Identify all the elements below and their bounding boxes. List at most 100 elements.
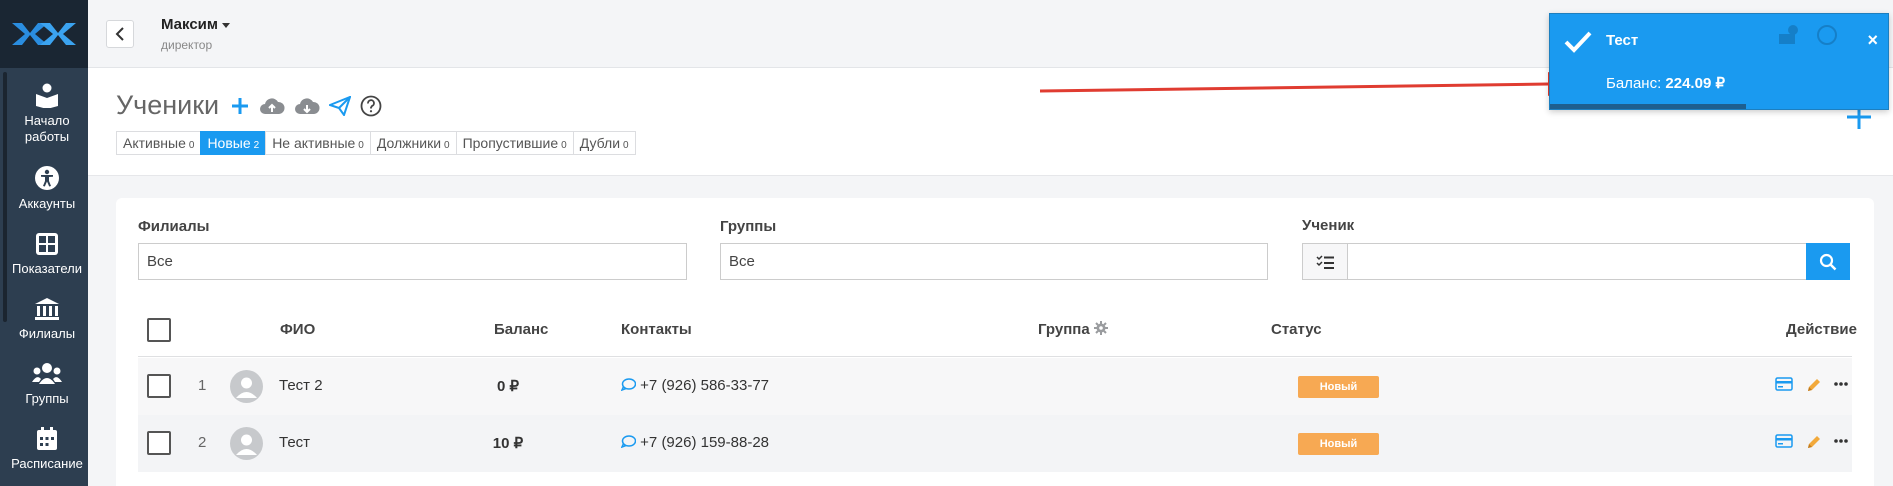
- col-action: Действие: [1786, 321, 1857, 338]
- table-row[interactable]: 2 Тест 10 ₽ +7 (926) 159-88-28 Новый: [138, 415, 1852, 472]
- toast-progress: [1550, 104, 1747, 109]
- col-group[interactable]: Группа: [1038, 321, 1108, 338]
- pencil-icon[interactable]: [1806, 377, 1822, 393]
- col-balance[interactable]: Баланс: [494, 321, 548, 338]
- student-contact[interactable]: +7 (926) 159-88-28: [620, 434, 770, 451]
- check-icon: [1564, 31, 1592, 53]
- add-student-icon[interactable]: [230, 96, 250, 116]
- sidebar-item-groups[interactable]: Группы: [0, 356, 88, 412]
- grid-icon: [36, 232, 58, 255]
- toast-title: Тест: [1606, 32, 1639, 49]
- table-header: ФИО Баланс Контакты Группа Статус Действ…: [138, 299, 1857, 357]
- tab-label: Дубли: [579, 135, 621, 151]
- more-icon[interactable]: [1834, 439, 1848, 443]
- student-name[interactable]: Тест: [279, 434, 310, 451]
- cloud-upload-icon[interactable]: [259, 96, 285, 116]
- sidebar-item-start[interactable]: Начало работы: [0, 76, 88, 150]
- users-icon: [32, 362, 62, 384]
- tab-label: Новые: [207, 135, 251, 151]
- tab-new[interactable]: Новые 2: [200, 131, 267, 155]
- sidebar-item-branches[interactable]: Филиалы: [0, 291, 88, 347]
- student-balance: 10 ₽: [492, 435, 524, 452]
- col-group-label: Группа: [1038, 321, 1090, 338]
- toast-message-label: Баланс:: [1606, 75, 1662, 92]
- send-icon[interactable]: [329, 96, 351, 116]
- status-badge: Новый: [1298, 376, 1379, 398]
- cloud-download-icon[interactable]: [294, 96, 320, 116]
- groups-label: Группы: [720, 218, 777, 235]
- students-card: Филиалы Все Группы Все Ученик ФИО Баланс…: [116, 198, 1874, 486]
- accessibility-icon: [35, 165, 59, 190]
- chevron-left-icon: [115, 27, 124, 41]
- help-icon[interactable]: [360, 95, 382, 117]
- groups-select[interactable]: Все: [720, 243, 1268, 280]
- sidebar-item-label: Группы: [25, 390, 69, 406]
- caret-down-icon: [222, 22, 230, 28]
- status-tabs: Активные 0 Новые 2 Не активные 0 Должники 0 …: [116, 131, 636, 155]
- help-icon: [1817, 25, 1837, 45]
- user-role: директор: [161, 38, 213, 52]
- calendar-icon: [37, 426, 57, 450]
- logo-icon: [12, 23, 76, 45]
- credit-card-icon[interactable]: [1775, 377, 1793, 391]
- logo[interactable]: [0, 0, 88, 68]
- table-row[interactable]: 1 Тест 2 0 ₽ +7 (926) 586-33-77 Новый: [138, 358, 1852, 415]
- row-checkbox[interactable]: [147, 431, 171, 455]
- more-icon[interactable]: [1834, 382, 1848, 386]
- sidebar-item-accounts[interactable]: Аккаунты: [0, 160, 88, 216]
- sidebar: Начало работы Аккаунты Показатели Филиал…: [0, 0, 88, 486]
- avatar: [230, 370, 263, 403]
- row-number: 1: [198, 377, 207, 394]
- tab-count: 2: [253, 140, 260, 151]
- user-menu[interactable]: Максим: [161, 16, 230, 33]
- select-all-checkbox[interactable]: [147, 318, 171, 342]
- tab-count: 0: [444, 140, 450, 151]
- student-contact[interactable]: +7 (926) 586-33-77: [620, 377, 769, 394]
- page-actions: [230, 95, 382, 117]
- search-icon: [1819, 253, 1837, 270]
- close-icon[interactable]: ×: [1867, 30, 1878, 51]
- sidebar-item-schedule[interactable]: Расписание: [0, 421, 88, 477]
- search-button[interactable]: [1806, 243, 1850, 280]
- sidebar-item-label: Аккаунты: [18, 195, 76, 211]
- notification-toast[interactable]: Тест Баланс: 224.09 ₽ ×: [1549, 13, 1889, 110]
- page-title: Ученики: [116, 90, 220, 120]
- tab-count: 0: [561, 140, 567, 151]
- gear-icon[interactable]: [1093, 321, 1108, 335]
- user-avatar-icon: [236, 434, 257, 455]
- sidebar-item-label: Начало работы: [24, 112, 70, 144]
- credit-card-icon[interactable]: [1775, 434, 1793, 448]
- student-search-input[interactable]: [1347, 243, 1807, 280]
- col-status[interactable]: Статус: [1271, 321, 1322, 338]
- col-contacts[interactable]: Контакты: [621, 321, 692, 338]
- tab-debtors[interactable]: Должники 0: [369, 131, 457, 155]
- tab-active[interactable]: Активные 0: [116, 131, 202, 155]
- row-checkbox[interactable]: [147, 374, 171, 398]
- tab-count: 0: [358, 140, 364, 151]
- tab-count: 0: [623, 140, 629, 151]
- row-number: 2: [198, 434, 207, 451]
- col-name[interactable]: ФИО: [280, 321, 315, 338]
- pencil-icon[interactable]: [1806, 434, 1822, 450]
- tab-label: Не активные: [272, 135, 356, 151]
- bell-icon: [1779, 25, 1798, 44]
- student-label: Ученик: [1302, 217, 1355, 234]
- back-button[interactable]: [106, 20, 134, 48]
- status-badge: Новый: [1298, 433, 1379, 455]
- sidebar-item-metrics[interactable]: Показатели: [0, 226, 88, 282]
- tab-duplicates[interactable]: Дубли 0: [572, 131, 636, 155]
- tab-count: 0: [188, 140, 195, 151]
- branches-select[interactable]: Все: [138, 243, 687, 280]
- bank-icon: [35, 297, 59, 320]
- tab-label: Пропустившие: [462, 135, 559, 151]
- sidebar-item-label: Расписание: [11, 455, 83, 471]
- phone-number: +7 (926) 159-88-28: [640, 434, 770, 451]
- filter-list-button[interactable]: [1302, 243, 1347, 280]
- annotation-arrow: [1039, 72, 1582, 96]
- tab-absent[interactable]: Пропустившие 0: [455, 131, 574, 155]
- student-name[interactable]: Тест 2: [279, 377, 323, 394]
- tab-inactive[interactable]: Не активные 0: [265, 131, 371, 155]
- tab-label: Активные: [123, 135, 186, 151]
- chat-icon: [620, 435, 637, 449]
- chat-icon: [620, 378, 637, 392]
